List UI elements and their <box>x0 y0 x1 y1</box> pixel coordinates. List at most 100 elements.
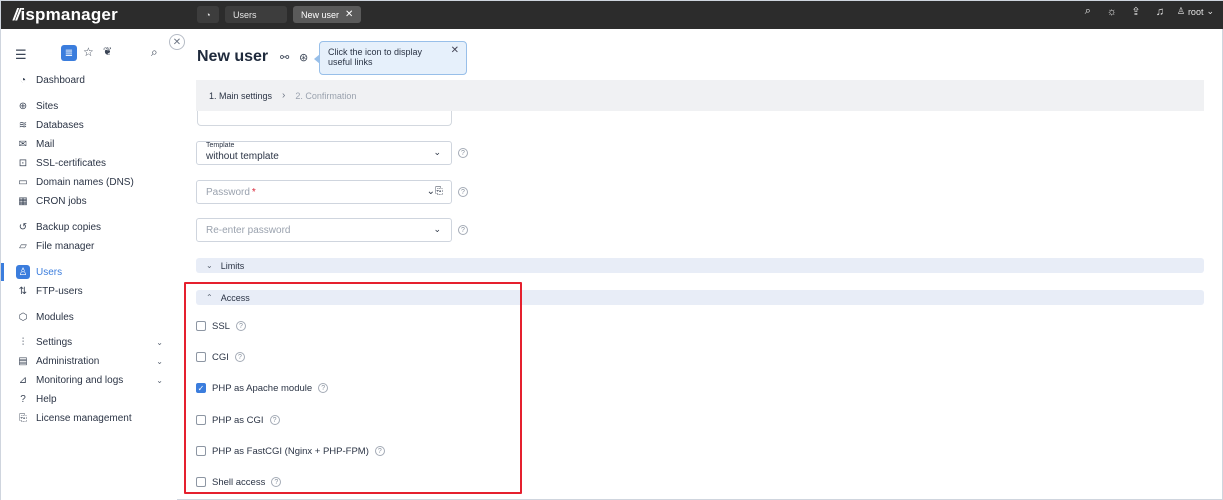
useful-links-tooltip: Click the icon to display useful links ✕ <box>314 41 467 75</box>
close-tab-icon[interactable]: ✕ <box>345 9 353 20</box>
chevron-down-icon: ⌄ <box>1206 6 1214 16</box>
tab-new-user[interactable]: New user ✕ <box>293 6 362 23</box>
user-icon: ♙ <box>16 265 30 279</box>
help-icon[interactable]: ? <box>269 415 280 425</box>
template-select[interactable]: Template without template ⌄ <box>196 141 452 165</box>
sidebar-item-label: File manager <box>36 240 95 252</box>
checkbox[interactable] <box>196 352 206 362</box>
sidebar-item-administration[interactable]: ▤ Administration ⌄ <box>1 352 177 370</box>
chevron-down-icon: ⌄ <box>433 224 441 234</box>
required-marker: * <box>251 187 256 198</box>
sidebar-item-sites[interactable]: ⊕ Sites <box>1 97 177 115</box>
template-label: Template <box>206 142 235 149</box>
repassword-field[interactable]: Re-enter password ⌄ <box>196 218 452 242</box>
folder-icon: ▱ <box>19 240 27 252</box>
section-limits[interactable]: ⌄ Limits <box>196 258 1204 273</box>
star-icon[interactable]: ☆ <box>83 45 94 59</box>
sidebar-item-backup-copies[interactable]: ↺ Backup copies <box>1 218 177 236</box>
sidebar-item-label: Administration <box>36 355 100 367</box>
chevron-down-icon: ⌄ <box>206 261 213 270</box>
menu-icon[interactable]: ☰ <box>15 47 27 63</box>
checkbox[interactable] <box>196 446 206 456</box>
favorites-icon[interactable]: ❦ <box>103 45 112 58</box>
sidebar-item-ssl-certificates[interactable]: ⊡ SSL-certificates <box>1 154 177 172</box>
checkbox-php-cgi[interactable]: PHP as CGI ? <box>196 414 280 426</box>
checkbox[interactable] <box>196 415 206 425</box>
section-access[interactable]: ⌃ Access <box>196 290 1204 305</box>
help-icon[interactable]: ? <box>458 148 468 158</box>
checkbox[interactable] <box>196 321 206 331</box>
checkbox-php-apache-module[interactable]: ✓ PHP as Apache module ? <box>196 382 329 394</box>
menu-mode-icon[interactable]: ≣ <box>61 45 77 61</box>
sidebar-item-dashboard[interactable]: ◔ Dashboard <box>1 71 177 89</box>
password-generate-icon[interactable]: ⌄⎘ <box>427 186 443 197</box>
password-placeholder-text: Password <box>206 187 250 198</box>
sidebar: ☰ ≣ ☆ ❦ ⌕ ◔ Dashboard ⊕ Sites ≋ Databases ✉… <box>1 29 177 500</box>
sidebar-item-label: Sites <box>36 100 59 112</box>
help-icon[interactable]: ? <box>318 383 329 393</box>
checkbox-shell-access[interactable]: Shell access ? <box>196 476 282 488</box>
sidebar-item-monitoring-and-logs[interactable]: ⊿ Monitoring and logs ⌄ <box>1 371 177 389</box>
restore-icon: ↺ <box>18 221 28 233</box>
chart-icon: ⊿ <box>18 374 28 386</box>
sidebar-item-label: Users <box>36 266 63 278</box>
logo-mark-icon: // <box>13 5 21 24</box>
search-icon[interactable]: ⌕ <box>1081 5 1095 18</box>
sidebar-search-icon[interactable]: ⌕ <box>151 45 158 60</box>
top-actions: ⌕ ☼ ⇪ ♫ ♙ root ⌄ <box>1081 5 1214 18</box>
template-value: without template <box>206 151 279 162</box>
useful-links-icon[interactable]: ⊛ <box>299 51 308 64</box>
previous-field-edge <box>197 111 452 126</box>
close-icon[interactable]: ✕ <box>451 46 459 56</box>
collapse-sidebar-icon[interactable]: ✕ <box>169 34 185 50</box>
sidebar-item-file-manager[interactable]: ▱ File manager <box>1 237 177 255</box>
tab-users[interactable]: Users <box>225 6 287 23</box>
help-icon[interactable]: ? <box>374 446 385 456</box>
checkbox-php-fastcgi[interactable]: PHP as FastCGI (Nginx + PHP-FPM) ? <box>196 445 385 457</box>
chevron-down-icon: ⌄ <box>433 147 441 157</box>
sidebar-item-users[interactable]: ♙ Users <box>1 263 177 281</box>
sidebar-item-label: CRON jobs <box>36 195 87 207</box>
sidebar-item-cron-jobs[interactable]: ▦ CRON jobs <box>1 192 177 210</box>
calendar-icon: ▦ <box>18 195 28 207</box>
puzzle-icon: ⬡ <box>18 311 28 323</box>
step-main-settings[interactable]: 1. Main settings <box>209 91 272 101</box>
ftp-icon: ⇅ <box>18 285 28 297</box>
sidebar-tools: ☰ ≣ ☆ ❦ ⌕ <box>15 45 165 65</box>
help-icon[interactable]: ? <box>235 321 246 331</box>
logo[interactable]: //ispmanager <box>13 5 118 25</box>
sidebar-item-mail[interactable]: ✉ Mail <box>1 135 177 153</box>
section-access-label: Access <box>220 292 250 303</box>
checkbox-checked[interactable]: ✓ <box>196 383 206 393</box>
checkbox-ssl[interactable]: SSL ? <box>196 320 246 332</box>
link-icon[interactable]: ⚯ <box>280 51 289 64</box>
password-field[interactable]: Password * ⌄⎘ <box>196 180 452 204</box>
dashboard-icon: ◔ <box>19 74 27 86</box>
sidebar-item-license-management[interactable]: ⎘ License management <box>1 409 177 427</box>
checkbox-label: Shell access <box>212 476 266 488</box>
sidebar-item-databases[interactable]: ≋ Databases <box>1 116 177 134</box>
dashboard-tab-icon[interactable]: ◔ <box>197 6 219 23</box>
checkbox-label: PHP as FastCGI (Nginx + PHP-FPM) <box>212 445 369 457</box>
user-menu[interactable]: ♙ root ⌄ <box>1177 6 1214 17</box>
sidebar-item-label: Domain names (DNS) <box>36 176 134 188</box>
sidebar-item-dns[interactable]: ▭ Domain names (DNS) <box>1 173 177 191</box>
sidebar-item-help[interactable]: ? Help <box>1 390 177 408</box>
logo-text: ispmanager <box>20 5 118 24</box>
upload-icon[interactable]: ⇪ <box>1129 5 1143 18</box>
sidebar-item-settings[interactable]: ⫶ Settings ⌄ <box>1 333 177 351</box>
help-icon[interactable]: ? <box>234 352 245 362</box>
checkbox-cgi[interactable]: CGI ? <box>196 351 245 363</box>
help-icon[interactable]: ? <box>458 225 468 235</box>
help-icon[interactable]: ? <box>458 187 468 197</box>
sidebar-item-label: Backup copies <box>36 221 102 233</box>
sidebar-item-label: Mail <box>36 138 55 150</box>
checkbox[interactable] <box>196 477 206 487</box>
sidebar-item-ftp-users[interactable]: ⇅ FTP-users <box>1 282 177 300</box>
theme-icon[interactable]: ☼ <box>1105 6 1119 18</box>
bell-icon[interactable]: ♫ <box>1153 6 1167 18</box>
sidebar-item-modules[interactable]: ⬡ Modules <box>1 308 177 326</box>
chevron-down-icon: ⌄ <box>156 356 163 366</box>
sliders-icon: ⫶ <box>21 336 25 348</box>
help-icon[interactable]: ? <box>271 477 282 487</box>
